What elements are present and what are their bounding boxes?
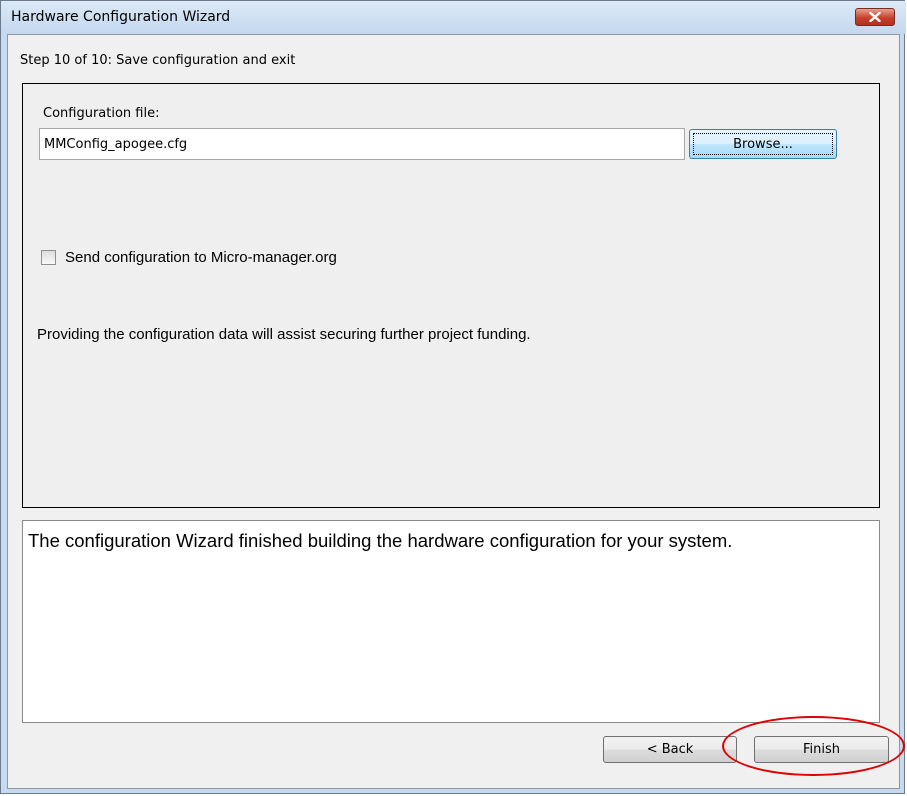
close-button[interactable] <box>855 8 895 26</box>
config-file-input[interactable]: MMConfig_apogee.cfg <box>39 128 685 160</box>
send-config-row[interactable]: Send configuration to Micro-manager.org <box>41 249 337 266</box>
browse-button-label: Browse... <box>733 136 793 152</box>
send-config-label[interactable]: Send configuration to Micro-manager.org <box>65 249 337 266</box>
wizard-window: Hardware Configuration Wizard Step 10 of… <box>0 0 906 794</box>
config-file-label: Configuration file: <box>43 106 160 121</box>
status-message: The configuration Wizard finished buildi… <box>28 530 733 551</box>
browse-button[interactable]: Browse... <box>689 129 837 159</box>
window-title: Hardware Configuration Wizard <box>11 9 231 25</box>
close-icon <box>869 12 881 22</box>
finish-button-label: Finish <box>802 742 840 757</box>
config-panel: Configuration file: MMConfig_apogee.cfg … <box>22 83 880 508</box>
send-config-checkbox[interactable] <box>41 250 56 265</box>
status-message-box: The configuration Wizard finished buildi… <box>22 520 880 723</box>
funding-note: Providing the configuration data will as… <box>37 326 531 343</box>
back-button[interactable]: < Back <box>603 736 737 763</box>
back-button-label: < Back <box>646 742 694 757</box>
title-bar[interactable]: Hardware Configuration Wizard <box>1 1 906 34</box>
finish-button[interactable]: Finish <box>754 736 889 763</box>
step-label: Step 10 of 10: Save configuration and ex… <box>20 53 296 68</box>
wizard-client-area: Step 10 of 10: Save configuration and ex… <box>7 34 900 789</box>
